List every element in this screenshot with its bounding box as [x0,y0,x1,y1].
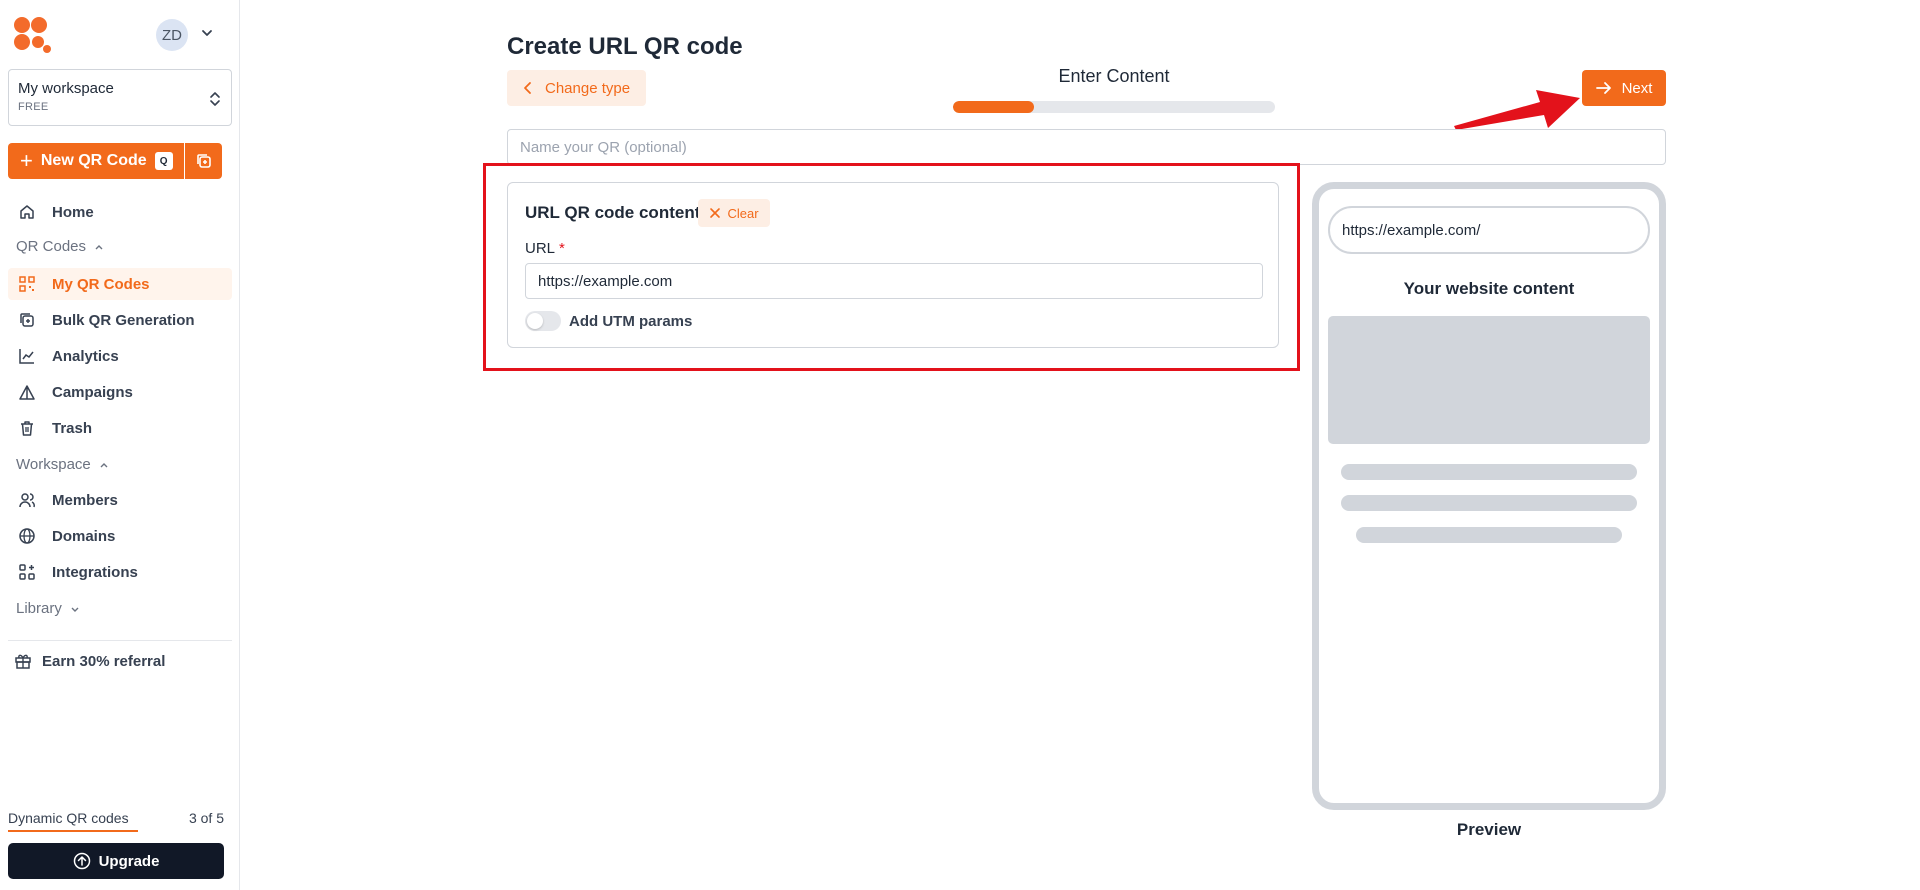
gift-icon [15,654,31,669]
preview-heading: Your website content [1403,279,1575,298]
toggle-knob [527,313,543,329]
qr-grid-icon [19,276,35,292]
sidebar-item-domains[interactable]: Domains [8,520,232,552]
sidebar-item-label: Integrations [52,563,138,581]
chevron-down-icon[interactable] [200,26,214,40]
sidebar-item-campaigns[interactable]: Campaigns [8,376,232,408]
sidebar-item-label: Campaigns [52,383,133,401]
change-type-button[interactable]: Change type [507,70,646,106]
analytics-icon [19,349,34,364]
next-label: Next [1621,79,1653,97]
section-workspace[interactable]: Workspace [16,456,109,473]
arrow-up-circle-icon [73,852,90,870]
app-logo[interactable] [14,17,51,53]
sidebar-item-label: Trash [52,419,93,437]
step-label: Enter Content [1058,66,1170,86]
shortcut-badge: Q [154,152,173,170]
change-type-label: Change type [545,79,631,97]
section-label: Workspace [16,456,91,473]
url-field-label: URL * [525,240,565,257]
dynamic-qr-label: Dynamic QR codes [8,810,129,826]
new-qr-code-button[interactable]: + New QR Code Q [8,143,184,179]
section-library[interactable]: Library [16,600,80,617]
next-button[interactable]: Next [1582,70,1666,106]
home-icon [20,205,34,219]
preview-phone-frame: https://example.com/ Your website conten… [1312,182,1666,810]
trash-icon [21,421,33,436]
sidebar-item-label: Home [52,203,94,221]
referral-label: Earn 30% referral [42,652,166,670]
preview-label: Preview [1456,820,1522,839]
sidebar-item-label: Bulk QR Generation [52,311,195,329]
preview-url-bar: https://example.com/ [1328,206,1650,254]
sidebar-item-members[interactable]: Members [8,484,232,516]
arrow-right-icon [1595,82,1611,94]
preview-text-placeholder [1356,527,1622,543]
sidebar-item-label: My QR Codes [52,275,150,293]
dynamic-qr-count: 3 of 5 [188,810,224,826]
page-title: Create URL QR code [507,33,743,60]
workspace-plan: FREE [18,101,49,113]
required-mark: * [559,240,565,257]
section-qr-codes[interactable]: QR Codes [16,238,104,255]
sidebar-item-integrations[interactable]: Integrations [8,556,232,588]
workspace-switcher[interactable]: My workspace FREE [8,69,232,126]
annotation-arrow [1454,90,1580,130]
sidebar-item-my-qr-codes[interactable]: My QR Codes [8,268,232,300]
section-label: Library [16,600,62,617]
copy-plus-icon [196,154,211,168]
url-label-text: URL [525,240,556,257]
sidebar: ZD My workspace FREE + New QR Code Q Hom… [0,0,240,890]
step-progress [953,101,1275,113]
preview-hero-placeholder [1328,316,1650,444]
app-root: ZD My workspace FREE + New QR Code Q Hom… [0,0,1920,890]
chevron-up-icon [95,244,103,249]
sidebar-item-trash[interactable]: Trash [8,412,232,444]
campaigns-icon [19,385,35,400]
bulk-copy-icon [20,313,34,327]
sidebar-item-label: Analytics [52,347,119,365]
chevron-down-icon [71,607,79,612]
preview-text-placeholder [1341,495,1637,511]
sort-chevrons-icon [210,92,220,106]
close-icon [710,208,721,218]
members-icon [19,493,35,508]
chevron-up-icon [100,462,108,467]
integrations-icon [19,564,35,580]
clear-label: Clear [727,205,759,221]
utm-toggle[interactable] [525,311,561,331]
utm-label: Add UTM params [569,313,693,330]
sidebar-item-label: Members [52,491,118,509]
duplicate-qr-button[interactable] [185,143,222,179]
avatar[interactable]: ZD [156,19,188,51]
workspace-name: My workspace [18,80,114,97]
new-qr-code-label: New QR Code [40,152,147,169]
globe-icon [19,528,35,544]
card-title: URL QR code content [525,203,701,222]
preview-text-placeholder [1341,464,1637,480]
upgrade-label: Upgrade [98,852,160,870]
sidebar-item-bulk-qr-generation[interactable]: Bulk QR Generation [8,304,232,336]
sidebar-divider [8,640,232,641]
step-progress-fill [953,101,1034,113]
clear-button[interactable]: Clear [698,199,770,227]
referral-link[interactable]: Earn 30% referral [14,652,165,670]
url-content-card: URL QR code content Clear URL* Add UTM p… [507,182,1279,348]
qr-name-input[interactable] [507,129,1666,165]
upgrade-button[interactable]: Upgrade [8,843,224,879]
dynamic-qr-usage-bar [8,830,138,832]
dynamic-qr-usage: Dynamic QR codes 3 of 5 [8,810,224,826]
chevron-left-icon [524,82,531,94]
section-label: QR Codes [16,238,87,255]
sidebar-item-home[interactable]: Home [8,196,232,228]
url-input[interactable] [525,263,1263,299]
plus-icon: + [20,148,33,173]
sidebar-item-label: Domains [52,527,116,545]
sidebar-item-analytics[interactable]: Analytics [8,340,232,372]
